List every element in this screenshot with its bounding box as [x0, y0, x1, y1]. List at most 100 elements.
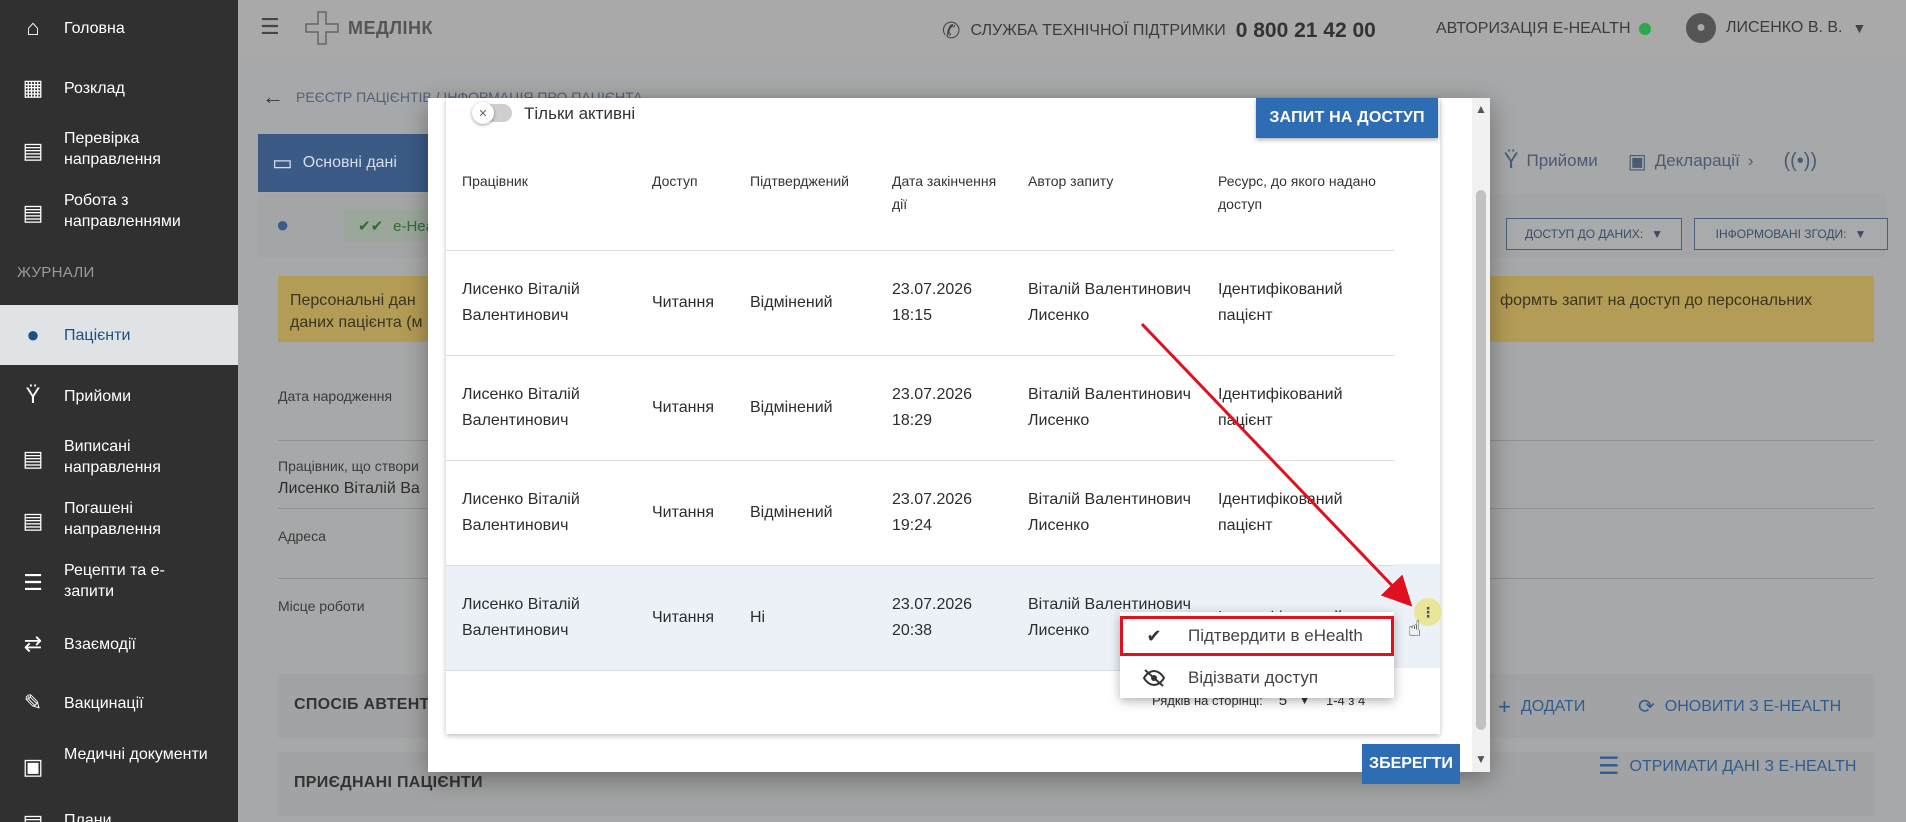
scroll-up-icon[interactable]: ▲ [1475, 102, 1487, 116]
menu-collapse-icon[interactable]: ☰ [260, 14, 286, 40]
creator-value: Лисенко Віталій Ва [278, 480, 420, 497]
ehealth-auth-status[interactable]: АВТОРИЗАЦІЯ E-HEALTH [1436, 20, 1651, 38]
sidebar-item-check-referral[interactable]: ▤ Перевірка направлення [0, 126, 238, 172]
active-only-label: Тільки активні [524, 104, 636, 123]
logo[interactable]: МЕДЛІНК [304, 10, 433, 46]
sidebar-item-interactions[interactable]: ⇄ Взаємодії [0, 624, 238, 664]
column-header[interactable]: Працівник [446, 152, 636, 251]
active-only-toggle[interactable]: ✕ [472, 102, 512, 124]
sidebar-item-label: Головна [64, 20, 125, 37]
clipboard-done-icon: ▤ [22, 508, 44, 533]
dialog-scrollbar[interactable]: ▲ ▼ [1472, 98, 1490, 772]
clipboard-check-icon: ▤ [22, 138, 44, 163]
cell-access: Читання [636, 355, 734, 461]
tab-declarations[interactable]: ▣ Декларації › [1628, 149, 1754, 174]
status-dot-icon [1638, 23, 1651, 35]
tab-main-label: Основні дані [302, 154, 397, 171]
antenna-icon[interactable]: ((•)) [1783, 150, 1817, 173]
warning-text-right: формть запит на доступ до персональних [1500, 292, 1813, 309]
consent-filter-button[interactable]: ІНФОРМОВАНІ ЗГОДИ: ▼ [1694, 218, 1888, 250]
cell-author: Віталій Валентинович Лисенко [1012, 355, 1202, 461]
tab-main-data[interactable]: ▭ Основні дані [258, 134, 438, 192]
table-row[interactable]: Лисенко Віталій Валентинович Читання Від… [446, 355, 1394, 461]
chevron-right-icon[interactable]: › [1748, 151, 1754, 171]
menu-lines-icon: ☰ [1598, 753, 1620, 780]
sidebar-item-visits[interactable]: Ϋ Прийоми [0, 376, 238, 416]
monitor-plus-icon: ▣ [1627, 150, 1647, 173]
confirm-ehealth-menu-item[interactable]: ✔ Підтвердити в eHealth [1120, 616, 1394, 656]
sidebar-item-home[interactable]: ⌂ Головна [0, 8, 238, 48]
scroll-thumb[interactable] [1476, 190, 1486, 730]
sidebar-item-plans[interactable]: ▤ Плани [0, 804, 238, 822]
chevron-down-icon: ▼ [1852, 20, 1867, 36]
sidebar-item-issued-referrals[interactable]: ▤ Виписані направлення [0, 434, 238, 480]
id-card-icon: ▭ [272, 150, 293, 175]
consent-filter-label: ІНФОРМОВАНІ ЗГОДИ: [1715, 227, 1847, 241]
logo-mark-icon [305, 11, 339, 45]
scroll-down-icon[interactable]: ▼ [1475, 752, 1487, 766]
column-header[interactable]: Дата закінчення дії [876, 152, 1012, 251]
column-header[interactable]: Ресурс, до якого надано доступ [1202, 152, 1394, 251]
cell-access: Читання [636, 460, 734, 566]
column-header[interactable]: Доступ [636, 152, 734, 251]
request-access-button[interactable]: ЗАПИТ НА ДОСТУП [1256, 98, 1438, 138]
tab-visits[interactable]: Ϋ Прийоми [1504, 148, 1598, 174]
add-label: ДОДАТИ [1520, 698, 1586, 715]
support-label: СЛУЖБА ТЕХНІЧНОЇ ПІДТРИМКИ [970, 22, 1226, 39]
sidebar-item-vaccinations[interactable]: ✎ Вакцинації [0, 683, 238, 723]
revoke-access-menu-item[interactable]: Відізвати доступ [1120, 658, 1394, 698]
save-button[interactable]: ЗБЕРЕГТИ [1362, 744, 1460, 784]
sidebar-item-prescriptions[interactable]: ☰ Рецепти та е-запити [0, 558, 238, 604]
list-icon: ☰ [23, 570, 43, 595]
check-double-icon: ✔✔ [358, 218, 384, 235]
table-row[interactable]: Лисенко Віталій Валентинович Читання Від… [446, 460, 1394, 566]
toggle-knob: ✕ [472, 102, 494, 124]
support-info: ✆ СЛУЖБА ТЕХНІЧНОЇ ПІДТРИМКИ 0 800 21 42… [942, 18, 1376, 44]
sidebar-item-patients[interactable]: ● Пацієнти [0, 305, 238, 365]
top-bar: ☰ МЕДЛІНК ✆ СЛУЖБА ТЕХНІЧНОЇ ПІДТРИМКИ 0… [238, 0, 1906, 60]
eye-off-icon [1120, 669, 1188, 687]
cell-access: Читання [636, 250, 734, 356]
column-header[interactable]: Підтверджений [734, 152, 876, 251]
syringe-icon: ✎ [23, 690, 43, 715]
sidebar-item-label: Перевірка направлення [64, 130, 161, 168]
cell-author: Віталій Валентинович Лисенко [1012, 460, 1202, 566]
clipboard-out-icon: ▤ [22, 446, 44, 471]
refresh-icon: ⟳ [1638, 696, 1655, 718]
cell-worker: Лисенко Віталій Валентинович [446, 250, 636, 356]
sidebar-item-label: Рецепти та е-запити [64, 562, 165, 600]
refresh-label: ОНОВИТИ З E-HEALTH [1664, 697, 1842, 715]
refresh-ehealth-button[interactable]: ⟳ ОНОВИТИ З E-HEALTH [1638, 694, 1841, 719]
cell-resource: Ідентифікований пацієнт [1202, 250, 1394, 356]
clipboard-list-icon: ▤ [22, 200, 44, 225]
column-header[interactable]: Автор запиту [1012, 152, 1202, 251]
row-context-menu: ✔ Підтвердити в eHealth Відізвати доступ [1120, 612, 1394, 698]
sidebar-item-medical-docs[interactable]: ▣ Медичні документи [0, 742, 238, 788]
table-row[interactable]: Лисенко Віталій Валентинович Читання Від… [446, 250, 1394, 356]
cell-confirmed: Ні [734, 565, 876, 671]
back-arrow-icon[interactable]: ← [262, 84, 284, 110]
user-menu[interactable]: ● ЛИСЕНКО В. В. ▼ [1686, 13, 1866, 43]
sidebar-item-schedule[interactable]: ▦ Розклад [0, 68, 238, 108]
access-filter-label: ДОСТУП ДО ДАНИХ: [1524, 227, 1644, 241]
tabs-right: і Ϋ Прийоми ▣ Декларації › ((•)) [1470, 148, 1817, 174]
sidebar-item-redeemed-referrals[interactable]: ▤ Погашені направлення [0, 496, 238, 542]
sidebar-item-label: Пацієнти [64, 327, 131, 344]
sidebar-item-label: Прийоми [64, 388, 132, 405]
sidebar-item-label: Робота з направленнями [64, 192, 181, 230]
sidebar-item-label: Вакцинації [64, 695, 144, 712]
calendar-icon: ▦ [22, 75, 44, 100]
access-filter-button[interactable]: ДОСТУП ДО ДАНИХ: ▼ [1506, 218, 1682, 250]
confirm-label: Підтвердити в eHealth [1188, 626, 1363, 645]
cell-access: Читання [636, 565, 734, 671]
fetch-ehealth-button[interactable]: ☰ ОТРИМАТИ ДАНІ З E-HEALTH [1598, 752, 1856, 781]
access-table: Працівник Доступ Підтверджений Дата закі… [446, 152, 1394, 671]
add-button[interactable]: + ДОДАТИ [1498, 694, 1585, 720]
sidebar-item-label: Взаємодії [64, 636, 136, 653]
table-header-row: Працівник Доступ Підтверджений Дата закі… [446, 152, 1394, 251]
plan-icon: ▤ [20, 810, 46, 822]
sidebar-item-referrals-work[interactable]: ▤ Робота з направленнями [0, 188, 238, 234]
sidebar-item-label: Виписані направлення [64, 438, 161, 476]
logo-text: МЕДЛІНК [348, 17, 433, 38]
sidebar-item-label: Розклад [64, 80, 125, 97]
